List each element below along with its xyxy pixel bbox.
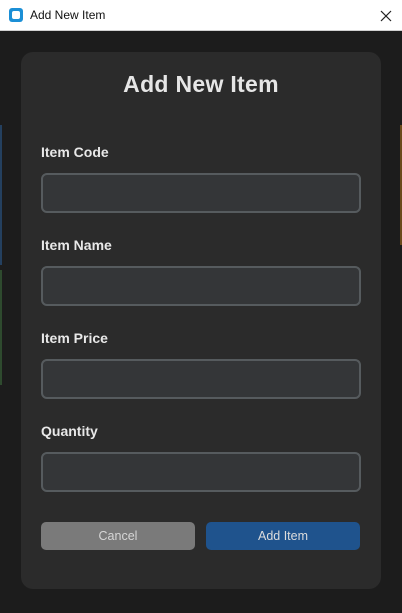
item-code-input[interactable] [41, 173, 361, 213]
close-button[interactable] [370, 0, 402, 31]
add-item-button[interactable]: Add Item [206, 522, 360, 550]
quantity-label: Quantity [41, 423, 98, 439]
item-code-label: Item Code [41, 144, 109, 160]
background-accent [0, 270, 2, 385]
add-item-form: Add New Item Item Code Item Name Item Pr… [21, 52, 381, 589]
window-title: Add New Item [30, 8, 106, 22]
app-icon [9, 8, 23, 22]
add-item-window: Add New Item Add New Item Item Code Item… [0, 0, 402, 613]
item-name-input[interactable] [41, 266, 361, 306]
item-name-label: Item Name [41, 237, 112, 253]
background-accent [0, 125, 2, 265]
form-heading: Add New Item [123, 71, 279, 97]
item-price-input[interactable] [41, 359, 361, 399]
cancel-button[interactable]: Cancel [41, 522, 195, 550]
item-price-label: Item Price [41, 330, 108, 346]
quantity-input[interactable] [41, 452, 361, 492]
title-bar: Add New Item [0, 0, 402, 31]
close-icon [380, 10, 392, 21]
